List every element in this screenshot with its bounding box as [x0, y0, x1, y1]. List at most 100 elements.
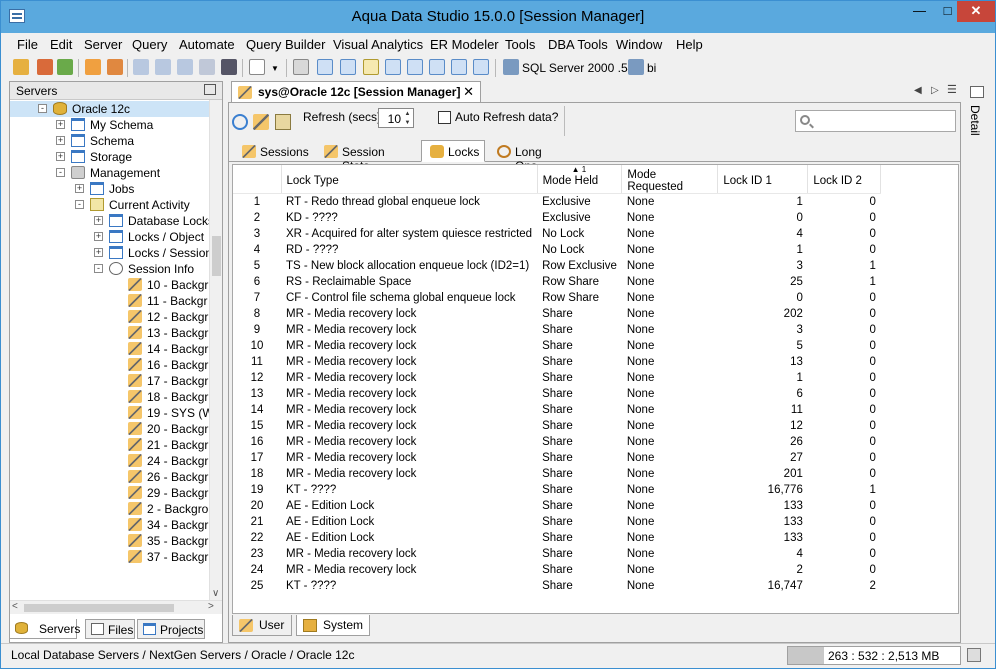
console-icon[interactable]	[221, 59, 237, 75]
cell-lock-type[interactable]: KD - ????	[281, 210, 537, 226]
table-row[interactable]: 24 MR - Media recovery lock Share None 2 0	[233, 561, 881, 578]
cell-mode-requested[interactable]: None	[622, 434, 718, 450]
cell-lock-type[interactable]: MR - Media recovery lock	[281, 386, 537, 402]
cell-lock-id-1[interactable]: 202	[718, 306, 808, 322]
cell-lock-id-1[interactable]: 16,776	[718, 482, 808, 498]
document-icon[interactable]	[249, 59, 265, 75]
cell-mode-held[interactable]: Share	[537, 370, 622, 386]
minimize-button[interactable]: —	[906, 1, 933, 22]
tree-node[interactable]: + Database Locks	[10, 213, 210, 229]
row-number[interactable]: 20	[233, 497, 281, 514]
table-row[interactable]: 9 MR - Media recovery lock Share None 3 0	[233, 321, 881, 338]
cell-lock-type[interactable]: AE - Edition Lock	[281, 498, 537, 514]
sql-server-icon[interactable]	[503, 59, 519, 75]
expand-icon[interactable]: +	[75, 184, 84, 193]
table-row[interactable]: 16 MR - Media recovery lock Share None 26 0	[233, 433, 881, 450]
tab-next-icon[interactable]: ▷	[931, 85, 939, 96]
cell-lock-id-2[interactable]: 0	[808, 354, 881, 370]
cell-lock-id-2[interactable]: 0	[808, 546, 881, 562]
cell-mode-requested[interactable]: None	[622, 498, 718, 514]
filter-search-input[interactable]	[795, 110, 956, 132]
column-header-lock-id-1[interactable]: Lock ID 1	[717, 165, 809, 194]
cell-mode-requested[interactable]: None	[622, 274, 718, 290]
cell-lock-id-1[interactable]: 3	[718, 258, 808, 274]
cell-mode-held[interactable]: Share	[537, 514, 622, 530]
expand-icon[interactable]: +	[56, 152, 65, 161]
cell-lock-id-2[interactable]: 0	[808, 210, 881, 226]
row-number[interactable]: 10	[233, 337, 281, 354]
cell-lock-id-2[interactable]: 0	[808, 242, 881, 258]
kill-session-icon[interactable]	[253, 114, 269, 130]
restore-panel-icon[interactable]	[204, 84, 216, 95]
bi-server-icon[interactable]	[628, 59, 644, 75]
row-number[interactable]: 11	[233, 353, 281, 370]
cell-lock-id-2[interactable]: 0	[808, 370, 881, 386]
cell-lock-id-2[interactable]: 0	[808, 418, 881, 434]
cell-lock-id-2[interactable]: 0	[808, 338, 881, 354]
cell-lock-id-2[interactable]: 0	[808, 194, 881, 210]
close-tab-icon[interactable]: ✕	[463, 84, 474, 100]
table-row[interactable]: 15 MR - Media recovery lock Share None 12 0	[233, 417, 881, 434]
cell-lock-type[interactable]: MR - Media recovery lock	[281, 354, 537, 370]
expand-icon[interactable]: +	[56, 136, 65, 145]
pivot-icon[interactable]	[429, 59, 445, 75]
cell-lock-type[interactable]: RD - ????	[281, 242, 537, 258]
column-header-mode-held[interactable]: Mode Held ▲ 1	[537, 165, 623, 194]
cell-mode-held[interactable]: Share	[537, 562, 622, 578]
detail-label[interactable]: Detail	[968, 105, 982, 136]
menu-server[interactable]: Server	[84, 37, 122, 52]
table-row[interactable]: 18 MR - Media recovery lock Share None 201 0	[233, 465, 881, 482]
cell-mode-requested[interactable]: None	[622, 450, 718, 466]
query-window-icon[interactable]	[133, 59, 149, 75]
cell-mode-held[interactable]: Share	[537, 306, 622, 322]
cell-lock-type[interactable]: MR - Media recovery lock	[281, 562, 537, 578]
tab-long-ops[interactable]: Long Ops	[488, 140, 568, 173]
row-number[interactable]: 17	[233, 449, 281, 466]
cell-lock-id-2[interactable]: 0	[808, 434, 881, 450]
row-number[interactable]: 9	[233, 321, 281, 338]
table-row[interactable]: 19 KT - ???? Share None 16,776 1	[233, 481, 881, 498]
refresh-interval-spinner[interactable]: 10 ▲ ▼	[378, 108, 414, 128]
cell-lock-type[interactable]: KT - ????	[281, 482, 537, 498]
table-row[interactable]: 12 MR - Media recovery lock Share None 1 0	[233, 369, 881, 386]
cell-mode-held[interactable]: Row Share	[537, 290, 622, 306]
cell-lock-type[interactable]: MR - Media recovery lock	[281, 402, 537, 418]
table-row[interactable]: 1 RT - Redo thread global enqueue lock Exc…	[233, 193, 881, 210]
tree-node[interactable]: 37 - Backgr	[10, 549, 210, 565]
row-number[interactable]: 7	[233, 289, 281, 306]
cell-mode-requested[interactable]: None	[622, 290, 718, 306]
cell-lock-id-2[interactable]: 0	[808, 514, 881, 530]
cell-mode-requested[interactable]: None	[622, 418, 718, 434]
tree-node[interactable]: - Current Activity	[10, 197, 210, 213]
row-number[interactable]: 23	[233, 545, 281, 562]
cell-lock-id-2[interactable]: 0	[808, 322, 881, 338]
refresh-icon[interactable]	[232, 114, 248, 130]
cell-mode-requested[interactable]: None	[622, 466, 718, 482]
register-server-icon[interactable]	[37, 59, 53, 75]
layout-2-icon[interactable]	[340, 59, 356, 75]
cell-mode-requested[interactable]: None	[622, 338, 718, 354]
server-properties-icon[interactable]	[57, 59, 73, 75]
row-number[interactable]: 2	[233, 209, 281, 226]
tab-user[interactable]: User	[232, 615, 292, 636]
cell-lock-id-2[interactable]: 0	[808, 290, 881, 306]
cell-mode-held[interactable]: Share	[537, 434, 622, 450]
cell-lock-id-1[interactable]: 0	[718, 210, 808, 226]
cell-mode-held[interactable]: Share	[537, 482, 622, 498]
table-row[interactable]: 21 AE - Edition Lock Share None 133 0	[233, 513, 881, 530]
cell-lock-id-1[interactable]: 12	[718, 418, 808, 434]
table-row[interactable]: 14 MR - Media recovery lock Share None 11 0	[233, 401, 881, 418]
table-row[interactable]: 2 KD - ???? Exclusive None 0 0	[233, 209, 881, 226]
tree-node[interactable]: 19 - SYS (W	[10, 405, 210, 421]
expand-icon[interactable]: +	[56, 120, 65, 129]
export-sessions-icon[interactable]	[275, 114, 291, 130]
tree-node[interactable]: 20 - Backgr	[10, 421, 210, 437]
auto-refresh-checkbox[interactable]	[438, 111, 451, 124]
row-number[interactable]: 22	[233, 529, 281, 546]
tree-node[interactable]: + My Schema	[10, 117, 210, 133]
cell-mode-held[interactable]: Share	[537, 578, 622, 594]
cell-mode-held[interactable]: Share	[537, 354, 622, 370]
cell-mode-held[interactable]: Row Share	[537, 274, 622, 290]
cell-lock-type[interactable]: MR - Media recovery lock	[281, 322, 537, 338]
cell-lock-type[interactable]: MR - Media recovery lock	[281, 418, 537, 434]
